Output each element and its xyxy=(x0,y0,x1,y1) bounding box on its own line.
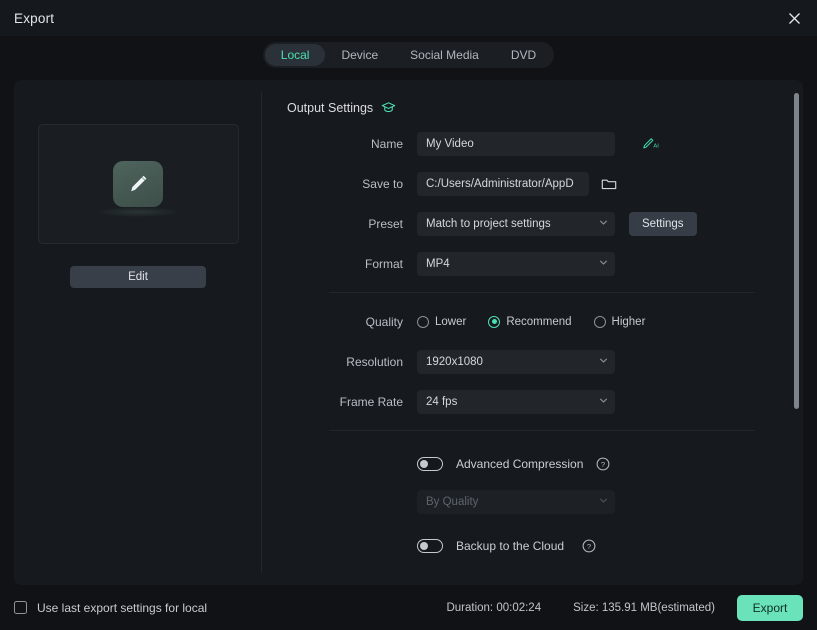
toggle-knob xyxy=(420,541,428,550)
size-text: Size: 135.91 MB(estimated) xyxy=(573,601,715,614)
settings-scrollbar[interactable] xyxy=(794,90,799,575)
window-title: Export xyxy=(14,10,55,26)
preset-settings-button[interactable]: Settings xyxy=(629,212,697,236)
export-dialog: Export Local Device Social Media DVD Edi… xyxy=(0,0,817,630)
chevron-down-icon xyxy=(598,495,609,509)
question-mark-icon[interactable]: ? xyxy=(582,539,596,553)
backup-cloud-row: Backup to the Cloud ? xyxy=(286,534,773,558)
close-icon xyxy=(788,12,800,24)
save-to-value: C:/Users/Administrator/AppD xyxy=(426,178,574,190)
close-button[interactable] xyxy=(779,4,809,32)
footer-bar: Use last export settings for local Durat… xyxy=(0,585,817,630)
pencil-edit-icon xyxy=(113,161,163,207)
toggle-knob xyxy=(420,459,428,468)
chevron-down-icon xyxy=(598,395,609,409)
checkbox-box xyxy=(14,601,27,614)
duration-text: Duration: 00:02:24 xyxy=(446,601,542,614)
resolution-label: Resolution xyxy=(346,355,403,369)
divider-bottom xyxy=(329,430,755,431)
quality-option-lower[interactable]: Lower xyxy=(417,316,466,328)
advanced-compression-row: Advanced Compression ? xyxy=(286,452,773,476)
svg-text:?: ? xyxy=(587,542,591,551)
thumbnail-shadow xyxy=(96,207,180,217)
folder-glyph xyxy=(601,179,617,190)
question-mark-icon[interactable]: ? xyxy=(596,457,610,471)
quality-row: Quality Lower Recommend Higher xyxy=(286,310,773,334)
resolution-row: Resolution 1920x1080 xyxy=(286,350,773,374)
tab-bar: Local Device Social Media DVD xyxy=(0,36,817,74)
tab-group: Local Device Social Media DVD xyxy=(262,42,555,68)
preview-panel: Edit xyxy=(14,80,262,585)
tab-device[interactable]: Device xyxy=(325,44,394,66)
format-select[interactable]: MP4 xyxy=(417,252,615,276)
backup-cloud-toggle[interactable] xyxy=(417,539,443,553)
advanced-compression-label: Advanced Compression xyxy=(456,457,584,471)
preset-value: Match to project settings xyxy=(426,218,551,230)
frame-rate-select[interactable]: 24 fps xyxy=(417,390,615,414)
format-label: Format xyxy=(364,257,403,271)
chevron-down-icon xyxy=(598,257,609,271)
format-value: MP4 xyxy=(426,258,450,270)
radio-dot-selected xyxy=(488,316,501,328)
advanced-compression-toggle[interactable] xyxy=(417,457,443,471)
preset-select[interactable]: Match to project settings xyxy=(417,212,615,236)
tab-dvd[interactable]: DVD xyxy=(495,44,552,66)
question-mark-glyph: ? xyxy=(582,539,596,553)
graduation-cap-icon[interactable] xyxy=(381,100,396,115)
use-last-settings-label: Use last export settings for local xyxy=(37,600,208,615)
frame-rate-value: 24 fps xyxy=(426,396,458,408)
name-row: Name My Video AI xyxy=(286,132,773,156)
export-button[interactable]: Export xyxy=(737,594,803,621)
title-bar: Export xyxy=(0,0,817,36)
tab-local[interactable]: Local xyxy=(264,44,326,66)
ai-pencil-icon[interactable]: AI xyxy=(641,134,661,154)
folder-icon[interactable] xyxy=(599,174,619,194)
pencil-glyph xyxy=(131,175,147,192)
compression-mode-value: By Quality xyxy=(426,496,479,508)
preset-row: Preset Match to project settings Setting… xyxy=(286,212,773,236)
question-mark-glyph: ? xyxy=(596,457,610,471)
backup-cloud-label: Backup to the Cloud xyxy=(456,539,565,553)
output-settings-title: Output Settings xyxy=(287,100,374,115)
scrollbar-thumb[interactable] xyxy=(794,93,799,409)
tab-social-media[interactable]: Social Media xyxy=(394,44,495,66)
edit-button[interactable]: Edit xyxy=(70,266,206,288)
quality-option-recommend[interactable]: Recommend xyxy=(488,316,572,328)
use-last-settings-checkbox[interactable]: Use last export settings for local xyxy=(14,601,207,615)
resolution-select[interactable]: 1920x1080 xyxy=(417,350,615,374)
radio-dot xyxy=(593,316,606,328)
quality-option-label: Higher xyxy=(611,316,646,328)
preset-label: Preset xyxy=(368,217,403,231)
name-label: Name xyxy=(370,137,403,151)
frame-rate-row: Frame Rate 24 fps xyxy=(286,390,773,414)
ai-pencil-glyph: AI xyxy=(643,138,659,149)
video-thumbnail[interactable] xyxy=(37,124,239,244)
frame-rate-label: Frame Rate xyxy=(339,395,403,409)
quality-option-label: Lower xyxy=(435,316,467,328)
name-input[interactable]: My Video xyxy=(417,132,615,156)
format-row: Format MP4 xyxy=(286,252,773,276)
save-to-row: Save to C:/Users/Administrator/AppD xyxy=(286,172,773,196)
compression-mode-row: By Quality xyxy=(286,490,773,514)
radio-dot xyxy=(417,316,429,328)
quality-option-higher[interactable]: Higher xyxy=(593,316,646,328)
chevron-down-icon xyxy=(598,217,609,231)
compression-mode-select: By Quality xyxy=(417,490,615,514)
quality-label: Quality xyxy=(365,315,403,329)
chevron-down-icon xyxy=(598,355,609,369)
graduation-cap-glyph xyxy=(381,102,396,113)
svg-text:?: ? xyxy=(601,460,605,469)
name-value: My Video xyxy=(426,138,474,150)
quality-option-label: Recommend xyxy=(506,316,572,328)
svg-text:AI: AI xyxy=(653,143,659,149)
settings-panel: Output Settings Name My Video AI Save to… xyxy=(262,80,803,585)
output-settings-header: Output Settings xyxy=(287,100,773,115)
resolution-value: 1920x1080 xyxy=(426,356,483,368)
save-to-input[interactable]: C:/Users/Administrator/AppD xyxy=(417,172,589,196)
quality-radio-group: Lower Recommend Higher xyxy=(417,316,645,328)
export-card: Edit Output Settings Name My Video AI Sa… xyxy=(14,80,803,585)
save-to-label: Save to xyxy=(362,177,403,191)
divider-top xyxy=(329,292,755,293)
